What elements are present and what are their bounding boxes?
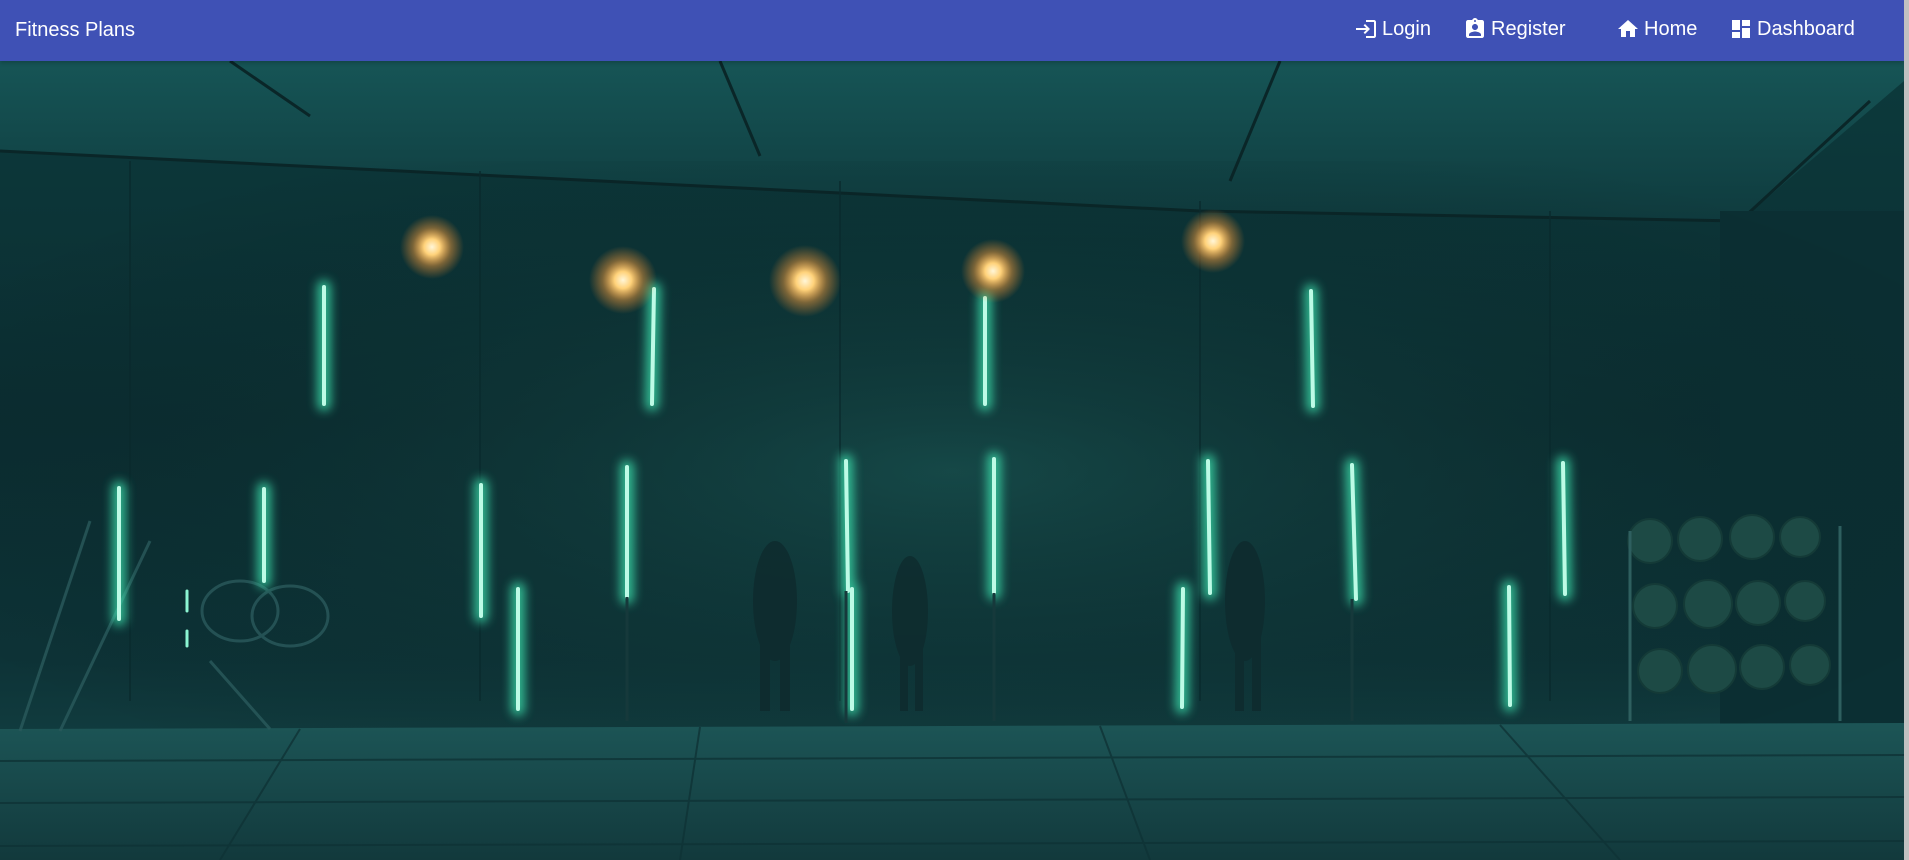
vertical-scrollbar[interactable] bbox=[1904, 0, 1909, 860]
hero-background-video bbox=[0, 61, 1904, 860]
assignment-ind-icon bbox=[1466, 18, 1484, 38]
login-icon bbox=[1356, 20, 1376, 38]
nav-register-link[interactable]: Register bbox=[1463, 14, 1565, 44]
nav-login-link[interactable]: Login bbox=[1354, 14, 1431, 44]
page: Fitness Plans Login Register Home Dashbo… bbox=[0, 0, 1909, 860]
nav-home-label: Home bbox=[1644, 17, 1698, 40]
nav-home-link[interactable]: Home bbox=[1616, 14, 1697, 44]
home-icon bbox=[1618, 20, 1638, 37]
dashboard-icon bbox=[1732, 20, 1750, 38]
nav-register-label: Register bbox=[1491, 17, 1566, 40]
nav-login-label: Login bbox=[1382, 17, 1431, 40]
nav-dashboard-link[interactable]: Dashboard bbox=[1729, 14, 1855, 44]
nav-dashboard-label: Dashboard bbox=[1757, 17, 1855, 40]
brand-link[interactable]: Fitness Plans bbox=[15, 18, 135, 42]
gym-scene-image bbox=[0, 61, 1904, 860]
top-navbar: Fitness Plans Login Register Home Dashbo… bbox=[0, 0, 1904, 61]
